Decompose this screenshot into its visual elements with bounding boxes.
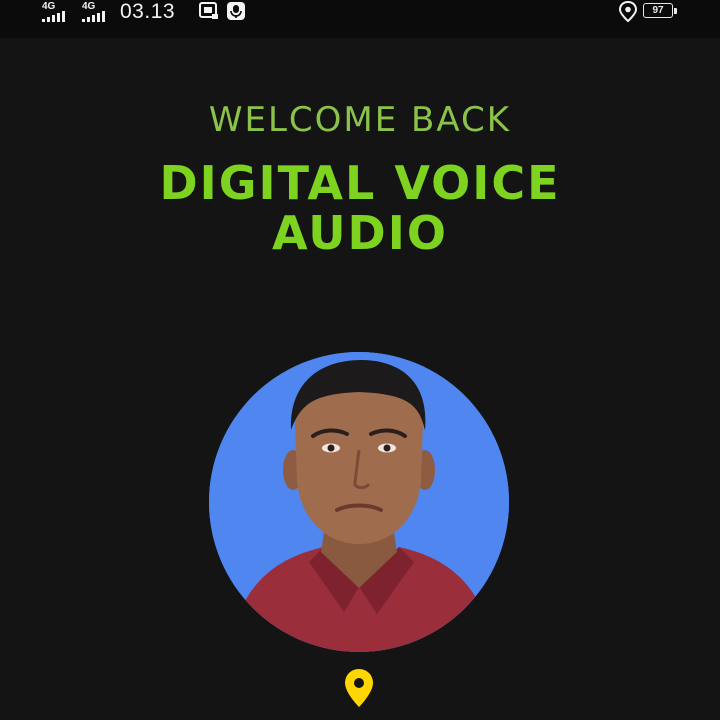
status-bar: 4G 4G 03.13 97 (0, 0, 720, 38)
signal-icon: 4G (82, 2, 114, 24)
battery-icon: 97 (643, 3, 679, 20)
app-title-line2: AUDIO (272, 206, 448, 260)
app-title: DIGITAL VOICE AUDIO (0, 158, 720, 258)
battery-level: 97 (652, 5, 664, 16)
screenshot-icon (199, 2, 218, 19)
app-title-line1: DIGITAL VOICE (159, 156, 561, 210)
profile-avatar[interactable] (209, 352, 509, 652)
location-icon (618, 1, 638, 23)
signal-icon: 4G (42, 2, 74, 24)
status-clock: 03.13 (120, 0, 176, 23)
home-screen: 4G 4G 03.13 97 WELCOME BACK DIGITAL VOIC… (0, 0, 720, 720)
location-pin-icon[interactable] (343, 668, 375, 708)
welcome-greeting: WELCOME BACK (208, 100, 512, 140)
microphone-icon (227, 2, 245, 20)
user-photo (209, 352, 509, 652)
